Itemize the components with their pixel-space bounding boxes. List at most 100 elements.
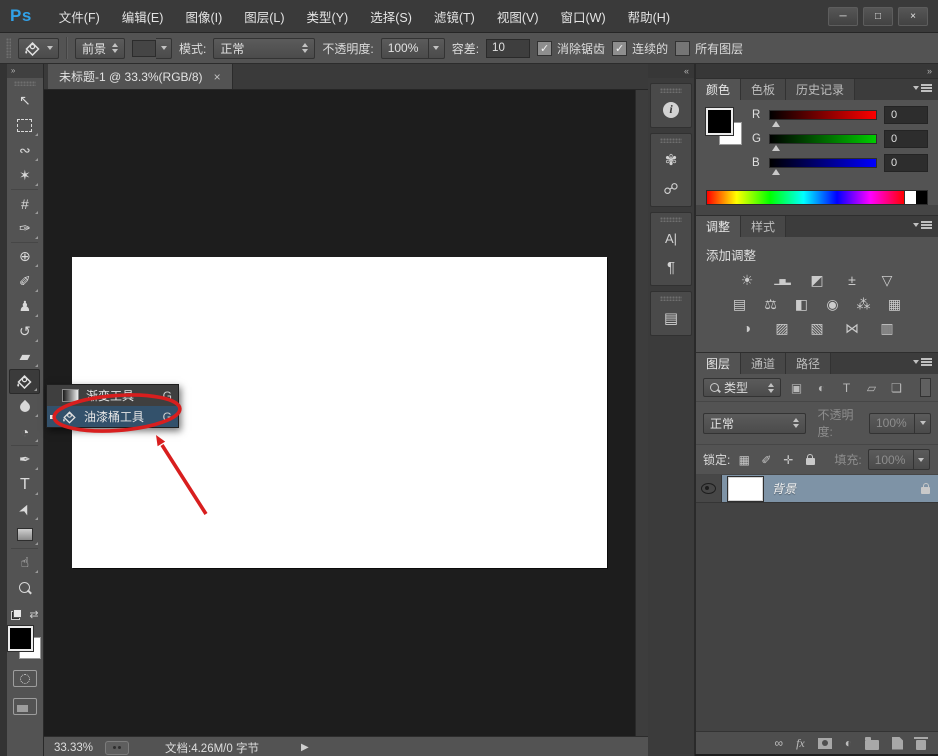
- vibrance-button[interactable]: ▽: [876, 272, 898, 288]
- lock-position-button[interactable]: ✛: [780, 452, 796, 467]
- exposure-button[interactable]: ±: [841, 272, 863, 288]
- blue-value[interactable]: 0: [884, 154, 928, 172]
- blend-mode-select[interactable]: 正常: [213, 38, 315, 59]
- white-swatch[interactable]: [904, 191, 916, 204]
- rectangular-marquee-tool[interactable]: [9, 113, 40, 138]
- posterize-button[interactable]: ▨: [771, 320, 793, 336]
- zoom-level[interactable]: 33.33%: [54, 742, 93, 754]
- paragraph-panel-button[interactable]: ¶: [651, 253, 691, 282]
- color-spectrum-ramp[interactable]: [706, 190, 928, 205]
- menu-image[interactable]: 图像(I): [174, 7, 233, 26]
- layer-opacity-select[interactable]: 100%: [869, 413, 931, 434]
- filter-shape-layers-button[interactable]: ▱: [862, 379, 881, 396]
- clone-stamp-tool[interactable]: ♟: [9, 294, 40, 319]
- selective-color-button[interactable]: ▥: [876, 320, 898, 336]
- slider-thumb[interactable]: [772, 145, 780, 151]
- filter-pixel-layers-button[interactable]: ▣: [787, 379, 806, 396]
- tab-layers[interactable]: 图层: [696, 353, 741, 374]
- curves-button[interactable]: ◩: [806, 272, 828, 288]
- crop-tool[interactable]: #: [9, 191, 40, 216]
- paint-bucket-tool[interactable]: [9, 369, 40, 394]
- icon-dock-collapse-button[interactable]: «: [648, 64, 694, 78]
- slider-thumb[interactable]: [772, 169, 780, 175]
- new-adjustment-layer-button[interactable]: ◐: [845, 736, 852, 750]
- gradient-map-button[interactable]: ⋈: [841, 320, 863, 336]
- status-menu-arrow-icon[interactable]: ▶: [301, 742, 309, 753]
- layer-filter-select[interactable]: 类型: [703, 378, 781, 397]
- tab-history[interactable]: 历史记录: [786, 79, 855, 100]
- tab-color[interactable]: 颜色: [696, 79, 741, 100]
- character-panel-button[interactable]: A|: [651, 224, 691, 253]
- panel-menu-icon[interactable]: [913, 223, 932, 227]
- pattern-picker[interactable]: [132, 38, 172, 59]
- brushes-panel-button[interactable]: ✾: [651, 145, 691, 174]
- quick-mask-button[interactable]: [13, 670, 37, 687]
- info-panel-button[interactable]: i: [651, 95, 691, 124]
- foreground-color-swatch[interactable]: [8, 626, 33, 651]
- maximize-button[interactable]: □: [863, 7, 893, 26]
- vertical-scrollbar[interactable]: [635, 90, 648, 736]
- menu-edit[interactable]: 编辑(E): [111, 7, 175, 26]
- swap-colors-button[interactable]: ⇄: [29, 608, 38, 621]
- black-swatch[interactable]: [916, 191, 927, 204]
- tab-adjustments[interactable]: 调整: [696, 216, 741, 237]
- layer-style-button[interactable]: fx: [796, 736, 805, 751]
- layer-thumbnail[interactable]: [728, 477, 763, 501]
- invert-button[interactable]: ◑: [736, 320, 758, 336]
- panel-menu-icon[interactable]: [913, 86, 932, 90]
- layer-row-main[interactable]: 背景: [722, 475, 938, 502]
- tolerance-input[interactable]: [486, 39, 530, 58]
- fill-select[interactable]: 100%: [868, 449, 930, 470]
- tab-styles[interactable]: 样式: [741, 216, 786, 237]
- antialias-checkbox[interactable]: ✓ 消除锯齿: [537, 40, 605, 57]
- menu-type[interactable]: 类型(Y): [296, 7, 360, 26]
- eraser-tool[interactable]: ▰: [9, 344, 40, 369]
- red-slider[interactable]: [769, 110, 877, 120]
- minimize-button[interactable]: ─: [828, 7, 858, 26]
- menu-file[interactable]: 文件(F): [48, 7, 111, 26]
- pen-tool[interactable]: ✒: [9, 447, 40, 472]
- shape-tool[interactable]: [9, 522, 40, 547]
- panel-menu-icon[interactable]: [913, 360, 932, 364]
- foreground-color-swatch[interactable]: [706, 108, 733, 135]
- red-value[interactable]: 0: [884, 106, 928, 124]
- layer-blend-mode-select[interactable]: 正常: [703, 413, 806, 434]
- path-selection-tool[interactable]: ➤: [9, 497, 40, 522]
- blue-slider[interactable]: [769, 158, 877, 168]
- zoom-tool[interactable]: [9, 575, 40, 600]
- toolbar-collapse-button[interactable]: »: [7, 64, 43, 78]
- move-tool[interactable]: ↖: [9, 88, 40, 113]
- screen-mode-button[interactable]: [13, 698, 37, 715]
- clone-source-panel-button[interactable]: ☍: [651, 174, 691, 203]
- color-lookup-button[interactable]: ▦: [884, 296, 906, 312]
- lock-transparent-pixels-button[interactable]: ▦: [736, 452, 752, 467]
- tab-channels[interactable]: 通道: [741, 353, 786, 374]
- document-tab[interactable]: 未标题-1 @ 33.3%(RGB/8) ×: [48, 64, 233, 89]
- channel-mixer-button[interactable]: ⁂: [853, 296, 875, 312]
- blur-tool[interactable]: [9, 394, 40, 419]
- panel-dock-collapse-button[interactable]: »: [696, 64, 938, 78]
- fill-source-select[interactable]: 前景: [75, 38, 125, 59]
- tab-paths[interactable]: 路径: [786, 353, 831, 374]
- timeline-panel-button[interactable]: ▤: [651, 303, 691, 332]
- layer-filter-toggle[interactable]: [920, 378, 931, 397]
- healing-brush-tool[interactable]: ⊕: [9, 244, 40, 269]
- filter-adjustment-layers-button[interactable]: ◐: [812, 379, 831, 396]
- filter-smart-objects-button[interactable]: ❏: [887, 379, 906, 396]
- lock-all-button[interactable]: [802, 452, 818, 467]
- levels-button[interactable]: ▁▅▂: [771, 272, 793, 288]
- color-balance-button[interactable]: ⚖: [760, 296, 782, 312]
- hand-tool[interactable]: ☝: [9, 550, 40, 575]
- gradient-tool-menu-item[interactable]: 渐变工具 G: [47, 385, 178, 406]
- lasso-tool[interactable]: ∾: [9, 138, 40, 163]
- menu-window[interactable]: 窗口(W): [550, 7, 617, 26]
- tool-preset-picker[interactable]: [18, 38, 59, 59]
- slider-thumb[interactable]: [772, 121, 780, 127]
- menu-filter[interactable]: 滤镜(T): [423, 7, 486, 26]
- default-colors-button[interactable]: [11, 609, 22, 620]
- link-layers-button[interactable]: ∞: [775, 736, 784, 750]
- menu-help[interactable]: 帮助(H): [617, 7, 681, 26]
- background-layer-row[interactable]: 背景: [696, 475, 938, 503]
- tab-swatches[interactable]: 色板: [741, 79, 786, 100]
- new-layer-button[interactable]: [892, 737, 903, 750]
